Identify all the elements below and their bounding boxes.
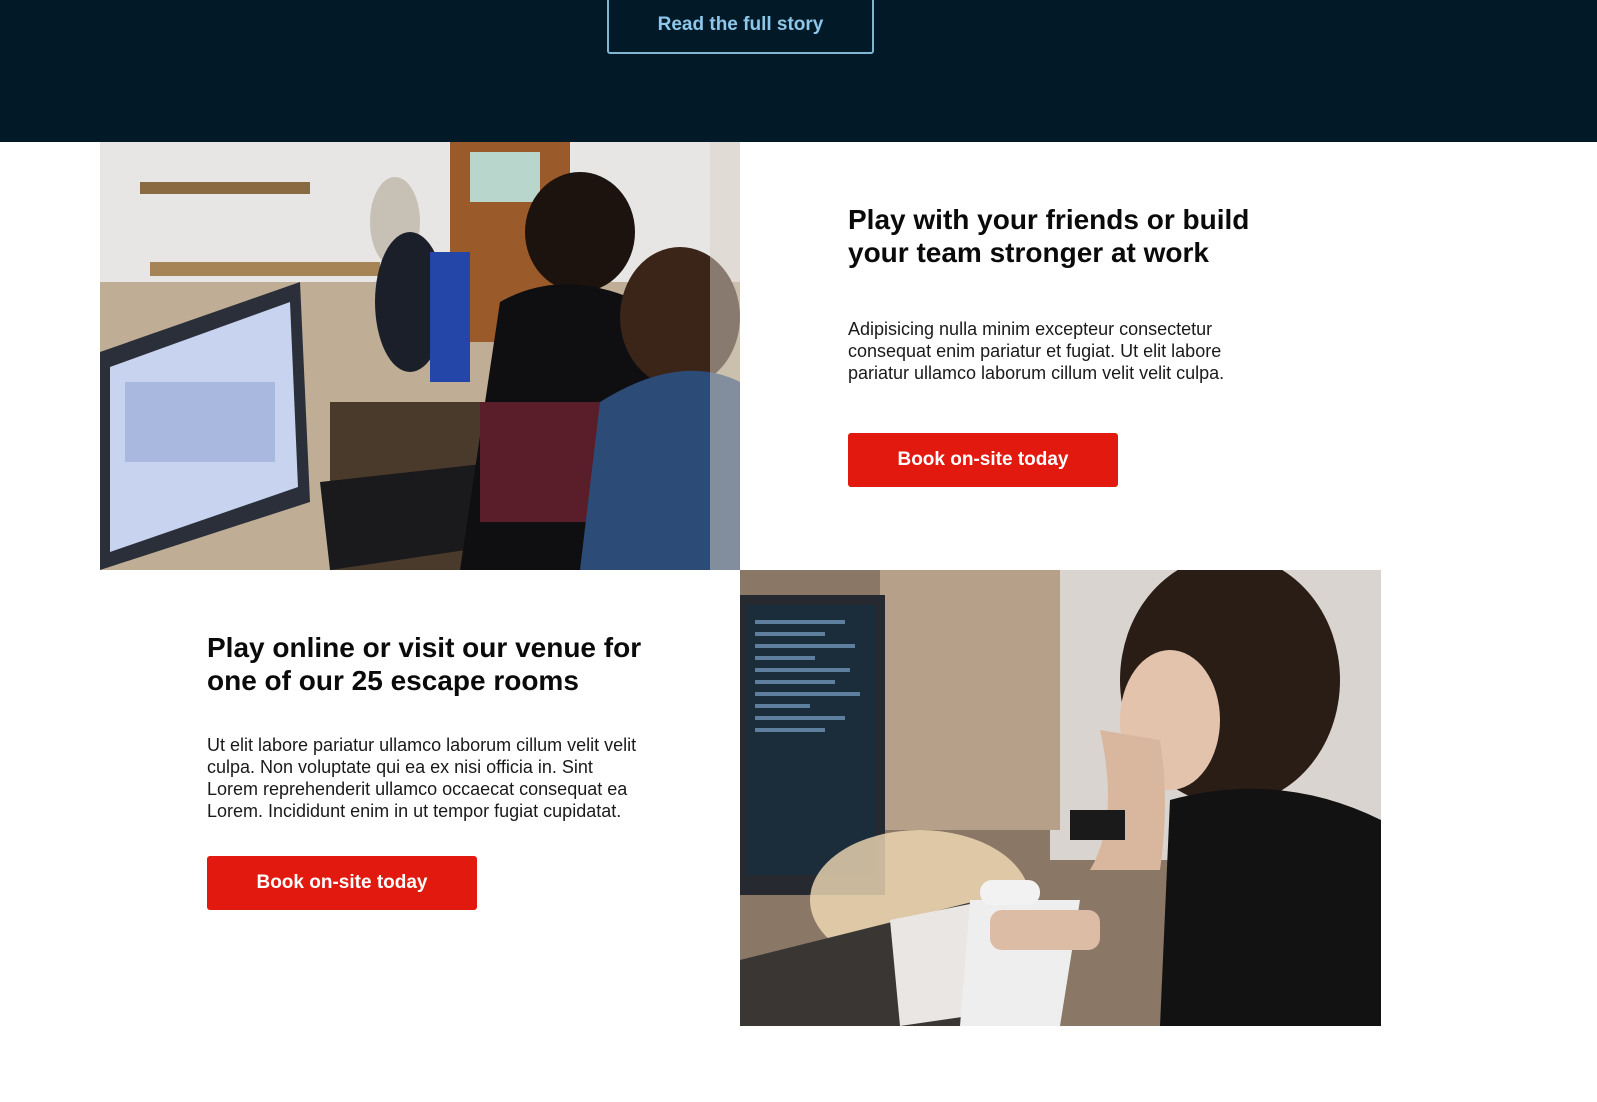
hero-band: Read the full story [0,0,1597,142]
feature-description: Adipisicing nulla minim excepteur consec… [848,319,1225,383]
feature-block-venue: Play online or visit our venue for one o… [207,631,647,910]
woman-coding-photo [740,570,1381,1026]
team-office-photo [100,142,740,570]
feature-block-friends: Play with your friends or build your tea… [848,203,1288,487]
read-full-story-button[interactable]: Read the full story [607,0,874,54]
feature-description: Ut elit labore pariatur ullamco laborum … [207,735,637,821]
book-on-site-button[interactable]: Book on-site today [848,433,1118,487]
feature-heading: Play online or visit our venue for one o… [207,632,642,696]
book-on-site-button[interactable]: Book on-site today [207,856,477,910]
feature-heading: Play with your friends or build your tea… [848,204,1250,268]
